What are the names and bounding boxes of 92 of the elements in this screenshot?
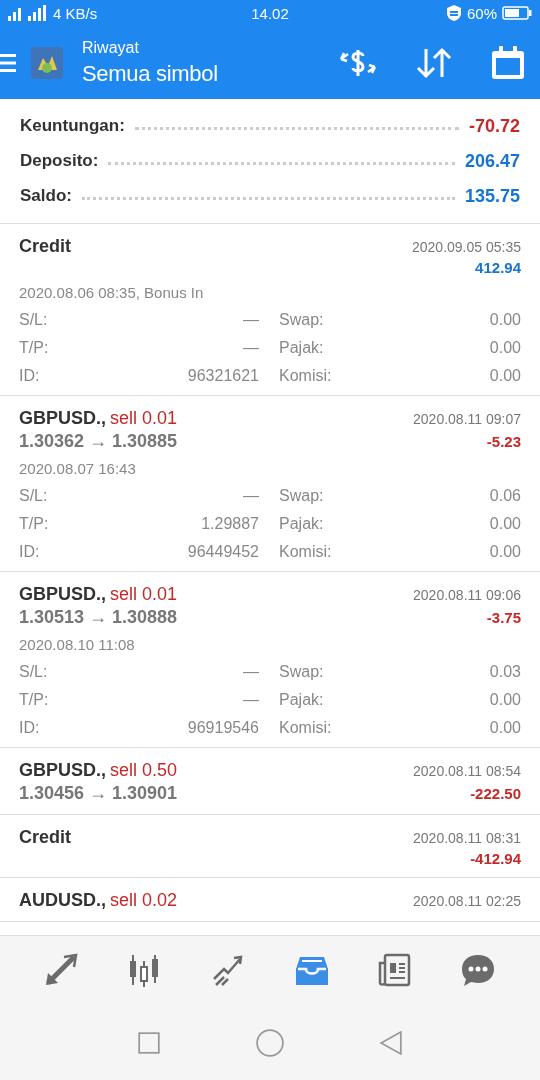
credit-label: Credit — [19, 827, 71, 847]
shield-icon — [445, 4, 462, 22]
detail-value: — — [242, 311, 259, 329]
profit-amount: -412.94 — [470, 850, 521, 867]
detail-value: 96321621 — [186, 367, 259, 385]
summary-value: 135.75 — [464, 185, 520, 207]
profit-amount: -5.23 — [486, 433, 521, 450]
detail-value: 0.00 — [488, 311, 521, 329]
menu-icon[interactable] — [0, 52, 16, 73]
history-entry[interactable]: GBPUSD., sell 0.01 2020.08.11 09:07 1.30362 → 1.30885 -5.23 2020.08.07 16:43 S/L: — Swap: 0.06 T/P: 1.29887 Pajak: 0.00 ID: 96449452 Komisi: 0.00 — [0, 396, 540, 572]
signal-icon — [8, 5, 48, 21]
summary-label: Deposito: — [20, 151, 99, 171]
symbol-name: GBPUSD., — [19, 584, 106, 604]
open-time: 2020.08.07 16:43 — [19, 460, 137, 477]
detail-value: 1.29887 — [200, 515, 259, 533]
detail-label: Komisi: — [278, 367, 333, 385]
order-side: sell 0.01 — [110, 584, 178, 604]
newspaper-icon[interactable] — [376, 953, 413, 989]
detail-value: 0.03 — [488, 663, 521, 681]
open-time: 2020.08.10 11:08 — [19, 636, 136, 653]
detail-value: 0.00 — [488, 691, 521, 709]
detail-value: 0.00 — [488, 543, 521, 561]
close-time: 2020.08.11 09:07 — [413, 411, 521, 427]
detail-value: 96919546 — [186, 719, 259, 737]
open-time: 2020.08.06 08:35, Bonus In — [19, 284, 205, 301]
price-range: 1.30362 → 1.30885 — [19, 431, 178, 452]
close-time: 2020.08.11 08:31 — [413, 830, 521, 846]
detail-label: Pajak: — [278, 691, 325, 709]
detail-value: 96449452 — [186, 543, 259, 561]
screen-subtitle: Riwayat — [82, 38, 140, 57]
home-button[interactable] — [256, 1029, 284, 1057]
profit-amount: -222.50 — [470, 785, 521, 802]
detail-value: 0.06 — [488, 487, 521, 505]
summary-label: Saldo: — [20, 186, 72, 206]
close-time: 2020.08.11 09:06 — [413, 587, 521, 603]
profit-amount: 412.94 — [475, 259, 521, 276]
detail-value: 0.00 — [488, 367, 521, 385]
detail-value: — — [242, 691, 259, 709]
back-button[interactable] — [378, 1031, 403, 1055]
history-entry[interactable]: AUDUSD., sell 0.02 2020.08.11 02:25 — [0, 878, 540, 922]
calendar-icon[interactable] — [490, 44, 526, 81]
detail-label: T/P: — [19, 339, 50, 357]
detail-label: ID: — [19, 719, 41, 737]
detail-value: — — [242, 339, 259, 357]
detail-label: Swap: — [278, 487, 325, 505]
detail-label: S/L: — [19, 663, 49, 681]
close-time: 2020.08.11 02:25 — [413, 893, 521, 909]
detail-label: Komisi: — [278, 719, 333, 737]
battery-icon — [502, 6, 532, 20]
network-speed: 4 KB/s — [53, 4, 98, 22]
symbol-name: GBPUSD., — [19, 408, 106, 428]
detail-value: 0.00 — [488, 339, 521, 357]
history-entry[interactable]: GBPUSD., sell 0.01 2020.08.11 09:06 1.30513 → 1.30888 -3.75 2020.08.10 11:08 S/L: — Swap: 0.03 T/P: — Pajak: 0.00 ID: 96919546 Komisi: 0.00 — [0, 572, 540, 748]
summary-value: -70.72 — [468, 115, 520, 137]
detail-label: Swap: — [278, 663, 325, 681]
close-time: 2020.09.05 05:35 — [412, 239, 521, 255]
sort-arrows-icon[interactable] — [414, 45, 454, 80]
detail-label: ID: — [19, 367, 41, 385]
battery-percent: 60% — [466, 4, 497, 22]
credit-label: Credit — [19, 236, 71, 256]
detail-value: 0.00 — [488, 719, 521, 737]
detail-label: Pajak: — [278, 515, 325, 533]
recents-button[interactable] — [137, 1031, 162, 1055]
order-side: sell 0.02 — [110, 890, 178, 910]
detail-label: T/P: — [19, 691, 50, 709]
detail-value: — — [242, 487, 259, 505]
detail-label: T/P: — [19, 515, 50, 533]
close-time: 2020.08.11 08:54 — [413, 763, 521, 779]
price-range: 1.30456 → 1.30901 — [19, 783, 178, 804]
detail-label: Komisi: — [278, 543, 333, 561]
order-side: sell 0.50 — [110, 760, 178, 780]
clock-time: 14.02 — [251, 4, 289, 22]
history-entry[interactable]: Credit 2020.08.11 08:31 -412.94 — [0, 815, 540, 878]
detail-label: ID: — [19, 543, 41, 561]
app-logo-icon — [30, 45, 64, 80]
symbol-name: GBPUSD., — [19, 760, 106, 780]
detail-label: S/L: — [19, 311, 49, 329]
symbol-filter[interactable]: Semua simbol — [82, 60, 218, 87]
detail-label: Swap: — [278, 311, 325, 329]
history-entry[interactable]: Credit 2020.09.05 05:35 412.94 2020.08.06 08:35, Bonus In S/L: — Swap: 0.00 T/P: — Pajak: 0.00 ID: 96321621 Komisi: 0.00 — [0, 224, 540, 396]
detail-value: 0.00 — [488, 515, 521, 533]
chat-bubble-icon[interactable] — [460, 953, 497, 989]
detail-label: S/L: — [19, 487, 49, 505]
profit-amount: -3.75 — [486, 609, 521, 626]
order-side: sell 0.01 — [110, 408, 178, 428]
detail-label: Pajak: — [278, 339, 325, 357]
price-range: 1.30513 → 1.30888 — [19, 607, 178, 628]
summary-value: 206.47 — [464, 150, 520, 172]
history-entry[interactable]: GBPUSD., sell 0.50 2020.08.11 08:54 1.30456 → 1.30901 -222.50 — [0, 748, 540, 815]
summary-label: Keuntungan: — [20, 116, 125, 136]
symbol-name: AUDUSD., — [19, 890, 106, 910]
detail-value: — — [242, 663, 259, 681]
